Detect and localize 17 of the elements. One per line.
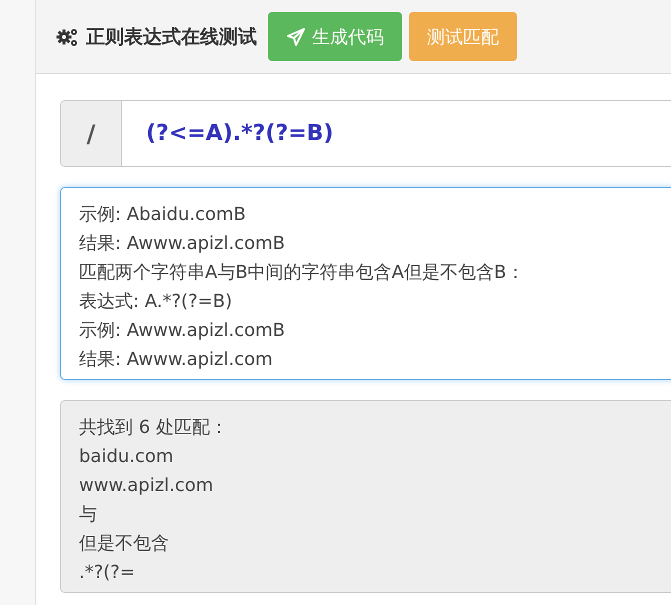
test-text-area[interactable]: 示例: Abaidu.comB 结果: Awww.apizl.comB 匹配两个字符串A与B中间的字符串包含A但是不包含B： 表达式: A.*?(?=B) 示例: Awww.apizl.comB 结果: Awww.apizl.com <box>60 187 671 380</box>
result-line: baidu.com <box>79 445 174 469</box>
result-line: www.apizl.com <box>79 474 214 498</box>
regex-field[interactable]: / (?<=A).*?(?=B) <box>60 100 671 167</box>
text-line: 结果: Awww.apizl.comB <box>79 232 286 256</box>
result-line: 与 <box>79 503 98 527</box>
text-line: 示例: Awww.apizl.comB <box>79 319 286 343</box>
result-line: 但是不包含 <box>79 532 170 556</box>
text-line: 结果: Awww.apizl.com <box>79 348 274 372</box>
result-line: .*?(?= <box>79 561 136 585</box>
text-line: 示例: Abaidu.comB <box>79 203 247 227</box>
result-line: 共找到 6 处匹配： <box>79 416 229 440</box>
page-title: 正则表达式在线测试 <box>86 24 257 50</box>
text-line: 匹配两个字符串A与B中间的字符串包含A但是不包含B： <box>79 261 526 285</box>
text-line: 表达式: A.*?(?=B) <box>79 290 234 314</box>
regex-delimiter: / <box>61 101 122 166</box>
paper-plane-icon <box>286 26 306 46</box>
